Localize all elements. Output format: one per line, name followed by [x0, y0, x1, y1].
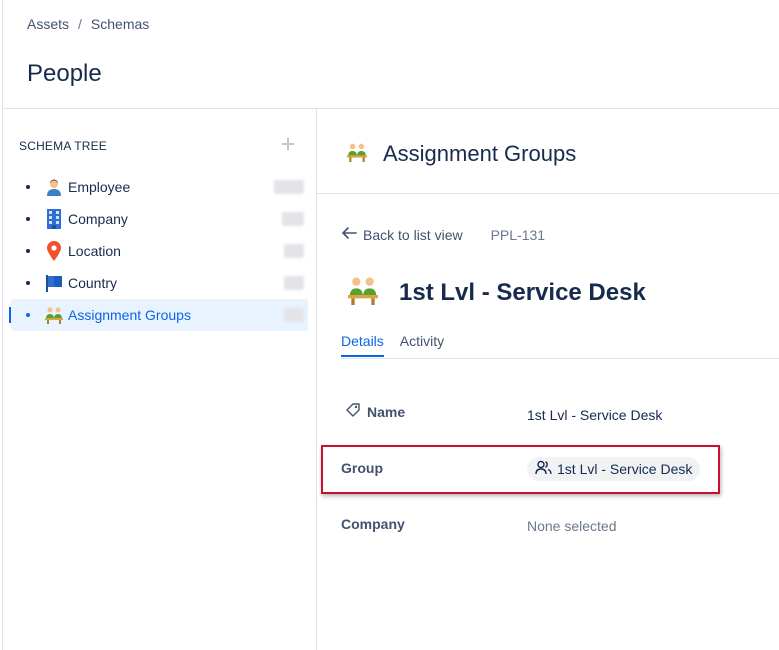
people-group-icon — [345, 275, 381, 310]
schema-tree-list: Employee Company Location Country Assign… — [9, 171, 308, 331]
attribute-company-label: Company — [341, 516, 405, 532]
attribute-company-value[interactable]: None selected — [527, 518, 617, 534]
bullet — [26, 217, 30, 221]
tree-item-label: Location — [68, 243, 121, 259]
back-to-list-link[interactable]: Back to list view — [341, 226, 463, 243]
bullet — [26, 249, 30, 253]
breadcrumb-schemas[interactable]: Schemas — [91, 16, 149, 32]
object-count — [274, 180, 304, 194]
object-title-row: 1st Lvl - Service Desk — [345, 275, 646, 310]
flag-icon — [44, 273, 64, 293]
object-count — [282, 212, 304, 226]
object-count — [284, 244, 304, 258]
breadcrumb-separator: / — [78, 16, 82, 32]
header: Assets / Schemas People — [3, 0, 779, 108]
building-icon — [44, 209, 64, 229]
tree-item-label: Employee — [68, 179, 131, 195]
back-row: Back to list view PPL-131 — [341, 226, 545, 243]
tree-item-label: Assignment Groups — [68, 307, 191, 323]
object-count — [284, 308, 304, 322]
object-type-header: Assignment Groups — [345, 141, 576, 167]
attribute-name-value: 1st Lvl - Service Desk — [527, 407, 663, 423]
bullet — [26, 281, 30, 285]
detail-tabs: Details Activity — [341, 333, 444, 357]
tree-item-label: Country — [68, 275, 118, 291]
page-title: People — [27, 60, 102, 87]
name-label-text: Name — [367, 403, 406, 420]
object-type-title: Assignment Groups — [383, 141, 577, 166]
tab-details[interactable]: Details — [341, 333, 384, 357]
page: Assets / Schemas People SCHEMA TREE Empl… — [0, 0, 779, 650]
location-pin-icon — [44, 241, 64, 261]
object-title: 1st Lvl - Service Desk — [399, 278, 646, 306]
tag-icon — [345, 402, 361, 421]
tree-item-location[interactable]: Location — [11, 235, 308, 267]
people-group-icon — [345, 142, 369, 167]
highlight-annotation-box — [321, 445, 720, 494]
person-icon — [44, 177, 64, 197]
breadcrumb: Assets / Schemas — [27, 16, 149, 32]
tabs-divider — [341, 358, 779, 359]
arrow-left-icon — [341, 226, 357, 243]
bullet — [26, 185, 30, 189]
back-to-list-label: Back to list view — [363, 226, 463, 243]
object-detail-panel: Assignment Groups Back to list view PPL-… — [317, 109, 779, 650]
schema-tree-header: SCHEMA TREE — [19, 139, 107, 153]
schema-tree-sidebar: SCHEMA TREE Employee Company Location Co… — [3, 109, 316, 650]
main-divider — [317, 193, 779, 194]
tree-item-country[interactable]: Country — [11, 267, 308, 299]
tree-item-company[interactable]: Company — [11, 203, 308, 235]
plus-icon[interactable] — [278, 135, 298, 155]
attribute-name-label: Name — [345, 402, 405, 421]
object-count — [284, 276, 304, 290]
tree-item-employee[interactable]: Employee — [11, 171, 308, 203]
people-group-icon — [44, 305, 64, 325]
object-key[interactable]: PPL-131 — [491, 227, 545, 243]
tree-item-assignment-groups[interactable]: Assignment Groups — [9, 299, 308, 331]
breadcrumb-assets[interactable]: Assets — [27, 16, 69, 32]
tab-activity[interactable]: Activity — [400, 333, 444, 357]
tree-item-label: Company — [68, 211, 128, 227]
bullet — [26, 313, 30, 317]
active-marker — [9, 307, 11, 323]
